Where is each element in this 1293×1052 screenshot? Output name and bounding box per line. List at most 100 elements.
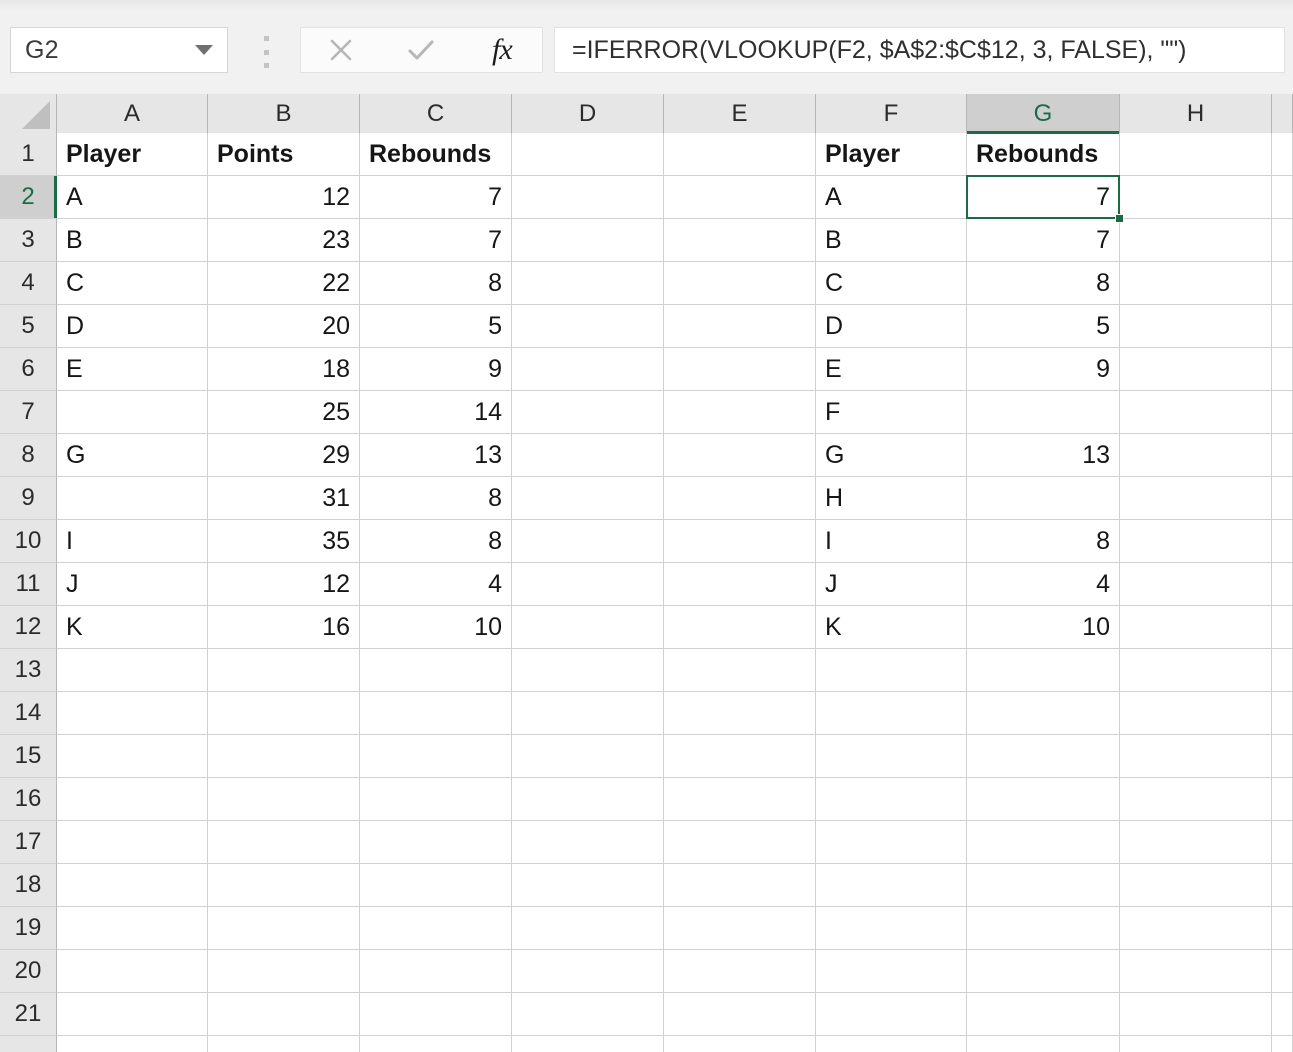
grid-cell[interactable] bbox=[664, 606, 816, 649]
column-header-e[interactable]: E bbox=[664, 94, 816, 133]
row-header-13[interactable]: 13 bbox=[0, 649, 57, 692]
grid-cell[interactable] bbox=[1120, 1036, 1272, 1052]
grid-cell[interactable] bbox=[360, 864, 512, 907]
grid-cell[interactable] bbox=[360, 692, 512, 735]
grid-cell[interactable] bbox=[664, 305, 816, 348]
more-vertical-icon[interactable] bbox=[259, 36, 273, 68]
cell-f9[interactable]: H bbox=[816, 477, 967, 520]
cell-a4[interactable]: C bbox=[57, 262, 208, 305]
column-header-f[interactable]: F bbox=[816, 94, 967, 133]
cell-a9[interactable] bbox=[57, 477, 208, 520]
grid-cell[interactable] bbox=[1120, 735, 1272, 778]
grid-cell[interactable] bbox=[816, 692, 967, 735]
insert-function-button[interactable]: fx bbox=[470, 28, 534, 72]
grid-cell[interactable] bbox=[512, 348, 664, 391]
cell-a10[interactable]: I bbox=[57, 520, 208, 563]
grid-cell[interactable] bbox=[1272, 563, 1293, 606]
grid-cell[interactable] bbox=[512, 821, 664, 864]
grid-cell[interactable] bbox=[512, 305, 664, 348]
grid-cell[interactable] bbox=[664, 520, 816, 563]
grid-cell[interactable] bbox=[1120, 950, 1272, 993]
grid-cell[interactable] bbox=[1120, 305, 1272, 348]
cell-f8[interactable]: G bbox=[816, 434, 967, 477]
cell-c5[interactable]: 5 bbox=[360, 305, 512, 348]
grid-cell[interactable] bbox=[816, 950, 967, 993]
grid-cell[interactable] bbox=[1120, 821, 1272, 864]
grid-cell[interactable] bbox=[512, 262, 664, 305]
cell-a3[interactable]: B bbox=[57, 219, 208, 262]
grid-cell[interactable] bbox=[1272, 133, 1293, 176]
grid-cell[interactable] bbox=[512, 563, 664, 606]
cell-a7[interactable] bbox=[57, 391, 208, 434]
row-header-15[interactable]: 15 bbox=[0, 735, 57, 778]
row-header-4[interactable]: 4 bbox=[0, 262, 57, 305]
grid-cell[interactable] bbox=[664, 950, 816, 993]
grid-cell[interactable] bbox=[57, 821, 208, 864]
grid-cell[interactable] bbox=[1272, 305, 1293, 348]
grid-cell[interactable] bbox=[1272, 606, 1293, 649]
grid-cell[interactable] bbox=[967, 735, 1120, 778]
cell-f3[interactable]: B bbox=[816, 219, 967, 262]
grid-cell[interactable] bbox=[1272, 520, 1293, 563]
cell-g10[interactable]: 8 bbox=[967, 520, 1120, 563]
row-header-10[interactable]: 10 bbox=[0, 520, 57, 563]
row-header-19[interactable]: 19 bbox=[0, 907, 57, 950]
column-header-a[interactable]: A bbox=[57, 94, 208, 133]
cell-g1[interactable]: Rebounds bbox=[967, 133, 1120, 176]
row-header-8[interactable]: 8 bbox=[0, 434, 57, 477]
grid-cell[interactable] bbox=[57, 907, 208, 950]
cell-f7[interactable]: F bbox=[816, 391, 967, 434]
grid-cell[interactable] bbox=[664, 649, 816, 692]
cell-c12[interactable]: 10 bbox=[360, 606, 512, 649]
grid-cell[interactable] bbox=[1120, 563, 1272, 606]
column-header-d[interactable]: D bbox=[512, 94, 664, 133]
grid-cell[interactable] bbox=[208, 692, 360, 735]
grid-cell[interactable] bbox=[512, 133, 664, 176]
grid-cell[interactable] bbox=[512, 735, 664, 778]
cell-b5[interactable]: 20 bbox=[208, 305, 360, 348]
row-header-14[interactable]: 14 bbox=[0, 692, 57, 735]
grid-cell[interactable] bbox=[57, 778, 208, 821]
grid-cell[interactable] bbox=[512, 219, 664, 262]
cell-f2[interactable]: A bbox=[816, 176, 967, 219]
select-all-button[interactable] bbox=[0, 94, 57, 133]
grid-cell[interactable] bbox=[664, 176, 816, 219]
grid-cell[interactable] bbox=[1120, 993, 1272, 1036]
row-header-12[interactable]: 12 bbox=[0, 606, 57, 649]
grid-cell[interactable] bbox=[816, 993, 967, 1036]
row-header-1[interactable]: 1 bbox=[0, 133, 57, 176]
cell-b3[interactable]: 23 bbox=[208, 219, 360, 262]
grid-cell[interactable] bbox=[208, 778, 360, 821]
cell-c7[interactable]: 14 bbox=[360, 391, 512, 434]
grid-cell[interactable] bbox=[512, 864, 664, 907]
cell-g11[interactable]: 4 bbox=[967, 563, 1120, 606]
grid-cell[interactable] bbox=[1272, 778, 1293, 821]
grid-cell[interactable] bbox=[967, 864, 1120, 907]
formula-input[interactable]: =IFERROR(VLOOKUP(F2, $A$2:$C$12, 3, FALS… bbox=[554, 27, 1285, 73]
grid-cell[interactable] bbox=[664, 133, 816, 176]
cell-g7[interactable] bbox=[967, 391, 1120, 434]
cell-c3[interactable]: 7 bbox=[360, 219, 512, 262]
grid-cell[interactable] bbox=[816, 735, 967, 778]
grid-cell[interactable] bbox=[512, 950, 664, 993]
grid-cell[interactable] bbox=[1272, 434, 1293, 477]
cell-c11[interactable]: 4 bbox=[360, 563, 512, 606]
chevron-down-icon[interactable] bbox=[195, 45, 213, 55]
grid-cell[interactable] bbox=[1120, 649, 1272, 692]
cell-b1[interactable]: Points bbox=[208, 133, 360, 176]
grid-cell[interactable] bbox=[967, 778, 1120, 821]
grid-cell[interactable] bbox=[1120, 391, 1272, 434]
grid-cell[interactable] bbox=[360, 950, 512, 993]
grid-cell[interactable] bbox=[512, 778, 664, 821]
grid-cell[interactable] bbox=[1120, 176, 1272, 219]
grid-cell[interactable] bbox=[1272, 735, 1293, 778]
cell-b11[interactable]: 12 bbox=[208, 563, 360, 606]
cell-c8[interactable]: 13 bbox=[360, 434, 512, 477]
grid-cell[interactable] bbox=[664, 348, 816, 391]
grid-cell[interactable] bbox=[967, 993, 1120, 1036]
grid-cell[interactable] bbox=[1272, 649, 1293, 692]
grid-cell[interactable] bbox=[1120, 219, 1272, 262]
row-header-16[interactable]: 16 bbox=[0, 778, 57, 821]
cell-g12[interactable]: 10 bbox=[967, 606, 1120, 649]
row-header-5[interactable]: 5 bbox=[0, 305, 57, 348]
